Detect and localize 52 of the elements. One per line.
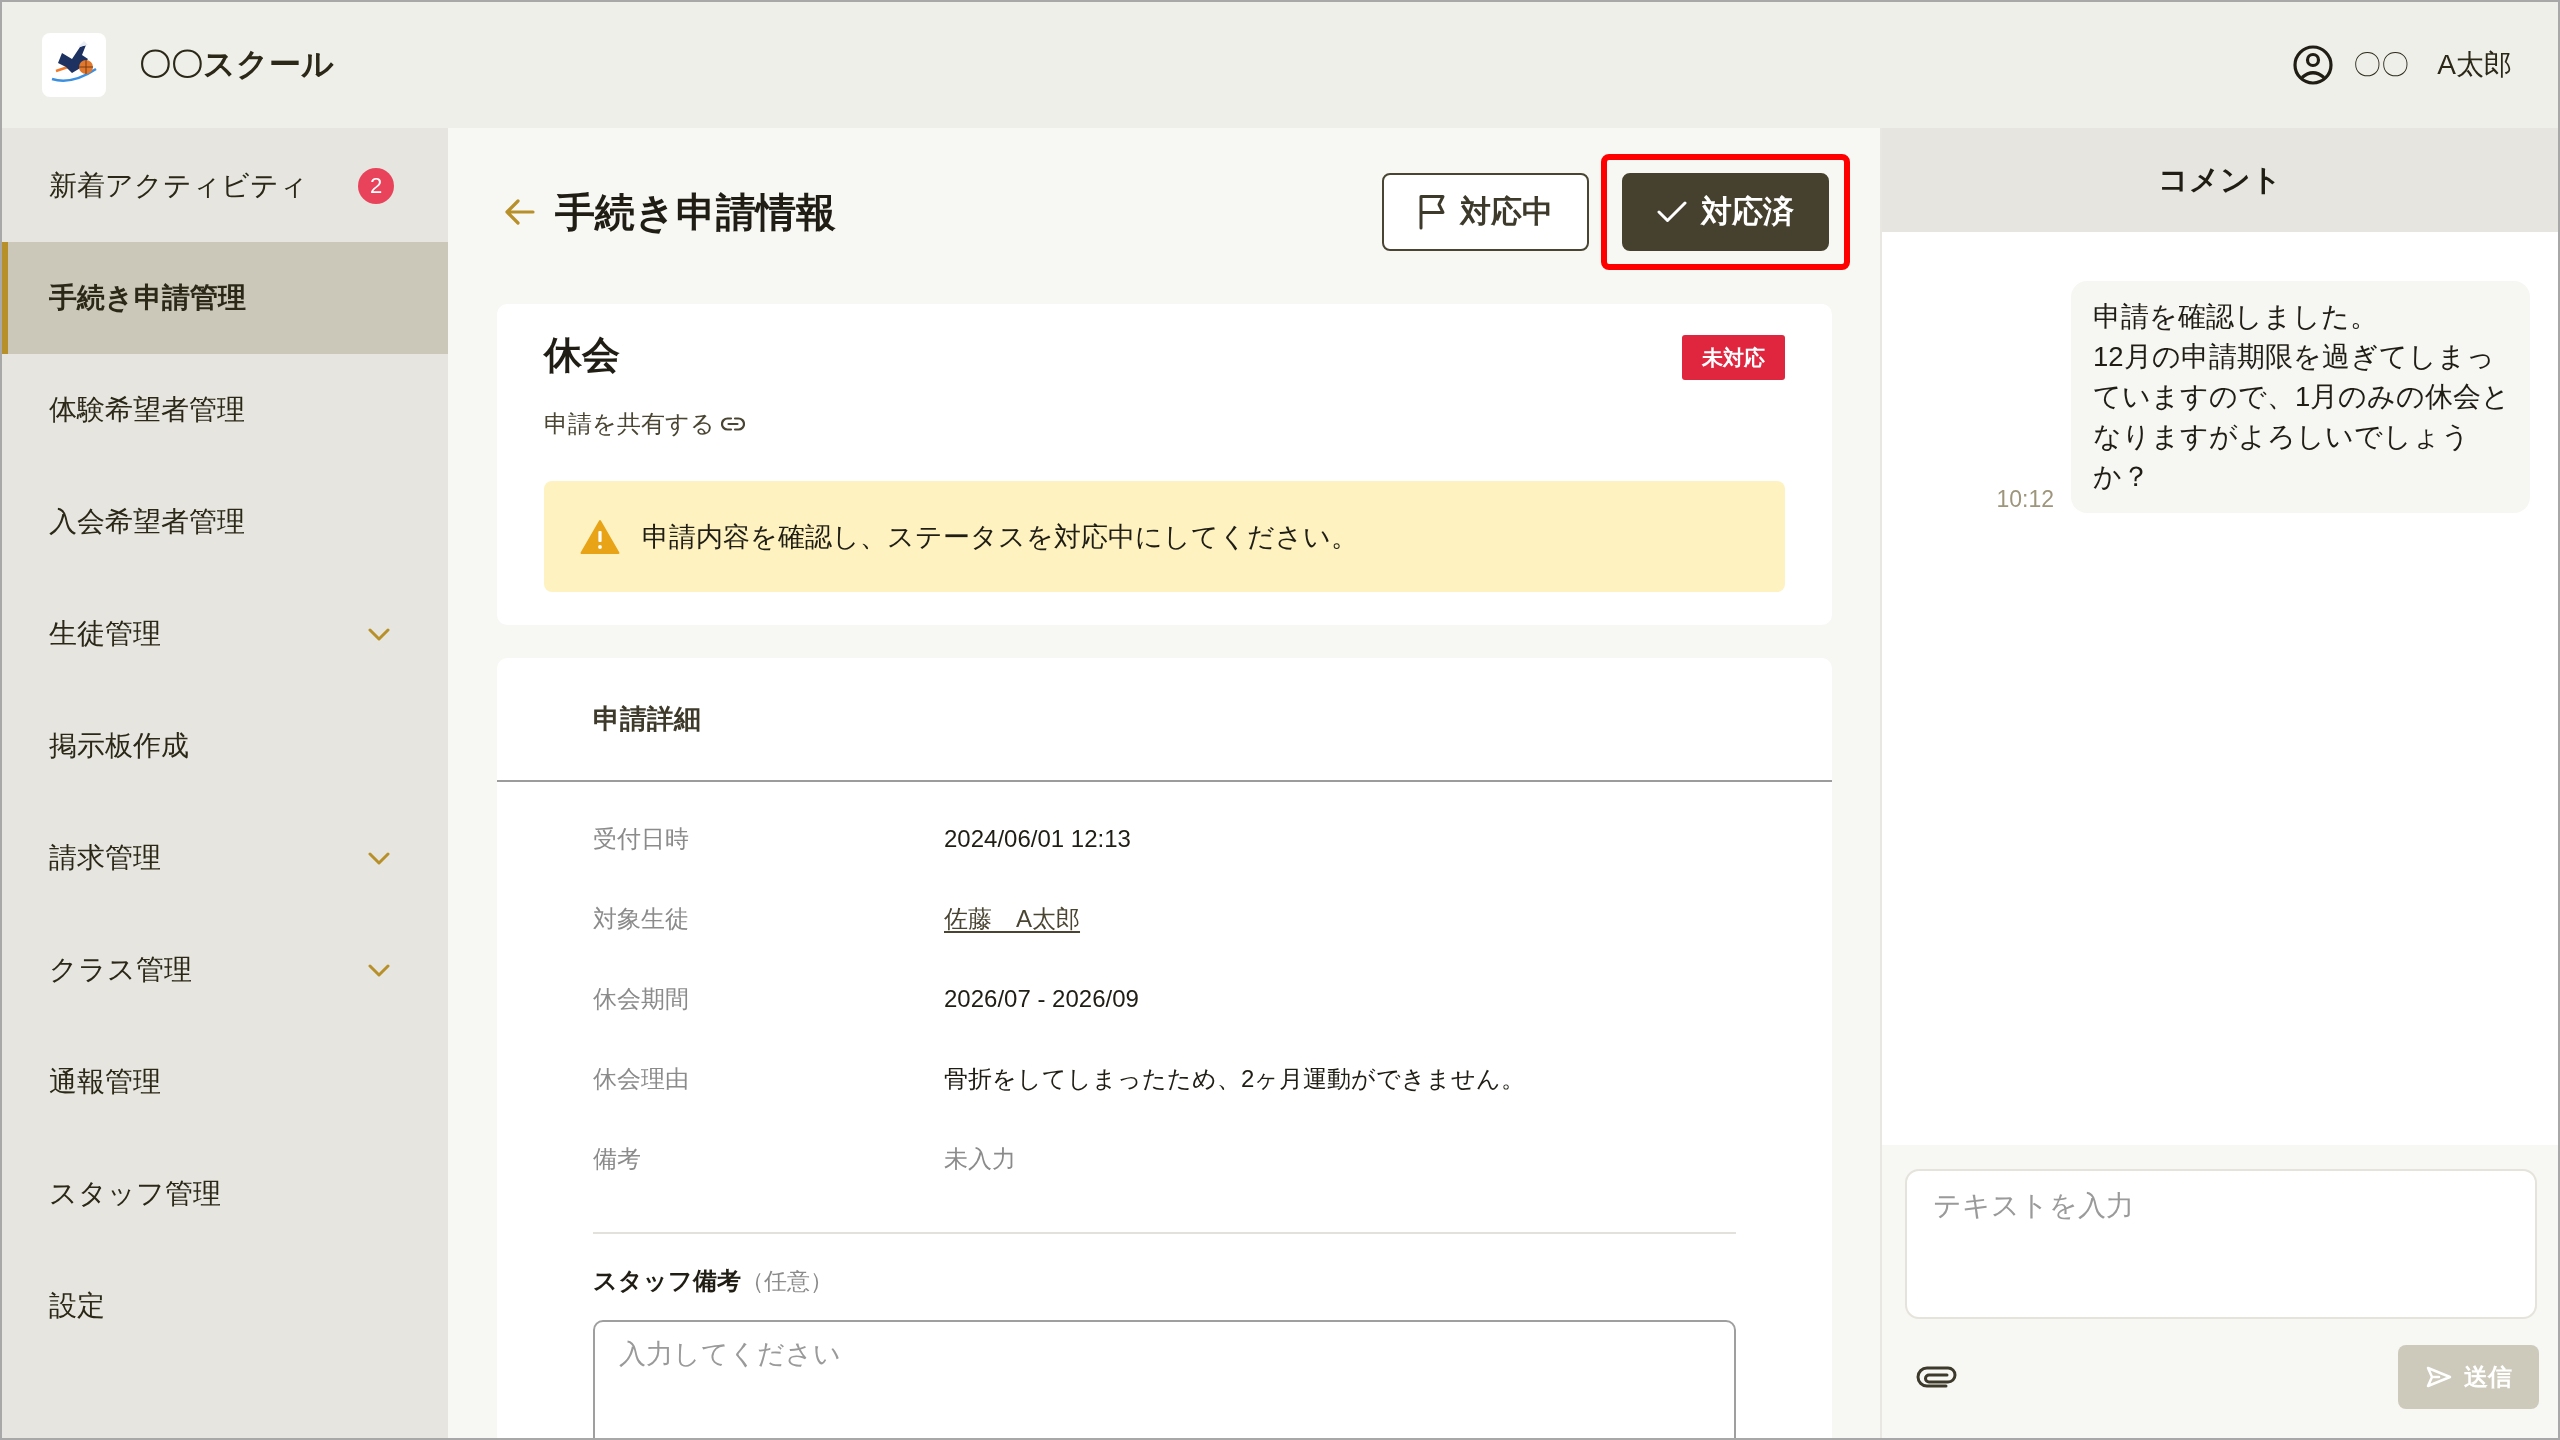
- chevron-down-icon[interactable]: [368, 963, 390, 977]
- sidebar-item[interactable]: 設定: [2, 1250, 448, 1362]
- detail-label: 受付日時: [593, 824, 689, 854]
- sidebar-item[interactable]: 掲示板作成: [2, 690, 448, 802]
- back-arrow-icon[interactable]: [505, 199, 535, 225]
- empty-value: 未入力: [944, 1144, 1016, 1174]
- comment-text: 申請を確認しました。 12月の申請期限を過ぎてしまっていますので、1月のみの休会となりますがよろしいでしょうか？: [2093, 300, 2512, 494]
- user-given-name: A太郎: [2437, 48, 2512, 82]
- user-circle-icon[interactable]: [2293, 45, 2334, 85]
- sidebar-item[interactable]: 新着アクティビティ 2: [2, 130, 448, 242]
- chevron-down-icon[interactable]: [368, 851, 390, 865]
- detail-value: 骨折をしてしまったため、2ヶ月運動ができません。: [944, 1064, 1526, 1094]
- staff-note-field[interactable]: 入力してください: [593, 1320, 1736, 1438]
- check-icon: [1657, 201, 1687, 223]
- sidebar-item[interactable]: スタッフ管理: [2, 1138, 448, 1250]
- school-name: 〇〇スクール: [139, 45, 334, 84]
- chevron-down-icon[interactable]: [368, 627, 390, 641]
- message-time: 10:12: [1996, 485, 2054, 513]
- student-link[interactable]: 佐藤 A太郎: [944, 903, 1080, 935]
- staff-note-label: スタッフ備考: [593, 1266, 741, 1296]
- share-link[interactable]: 申請を共有する: [544, 408, 745, 440]
- comment-input[interactable]: テキストを入力: [1905, 1169, 2537, 1319]
- alert-text: 申請内容を確認し、ステータスを対応中にしてください。: [642, 520, 1358, 554]
- detail-label: 対象生徒: [593, 904, 689, 934]
- flag-icon: [1418, 194, 1446, 230]
- link-icon: [721, 417, 745, 431]
- sidebar-item[interactable]: 通報管理: [2, 1026, 448, 1138]
- user-family-name: 〇〇: [2353, 48, 2410, 82]
- bird-logo-icon: [42, 33, 106, 97]
- sidebar-item[interactable]: クラス管理: [2, 914, 448, 1026]
- detail-label: 休会理由: [593, 1064, 689, 1094]
- detail-label: 休会期間: [593, 984, 689, 1014]
- sidebar-item[interactable]: 請求管理: [2, 802, 448, 914]
- section-heading: 申請詳細: [593, 703, 701, 736]
- sidebar-item[interactable]: 手続き申請管理: [2, 242, 448, 354]
- detail-value: 2026/07 - 2026/09: [944, 985, 1139, 1013]
- comment-title: コメント: [2158, 161, 2282, 198]
- notification-badge: 2: [358, 168, 394, 204]
- status-button[interactable]: 対応済: [1622, 173, 1829, 251]
- optional-hint: （任意）: [741, 1267, 833, 1296]
- warning-icon: [580, 518, 620, 555]
- detail-value: 2024/06/01 12:13: [944, 825, 1131, 853]
- sidebar-item[interactable]: 入会希望者管理: [2, 466, 448, 578]
- detail-label: 備考: [593, 1144, 641, 1174]
- sidebar-item[interactable]: 体験希望者管理: [2, 354, 448, 466]
- status-badge: 未対応: [1682, 335, 1785, 380]
- sidebar-item[interactable]: 生徒管理: [2, 578, 448, 690]
- application-title: 休会: [544, 333, 620, 378]
- send-icon: [2425, 1366, 2452, 1388]
- paperclip-icon[interactable]: [1916, 1365, 1957, 1389]
- page-title: 手続き申請情報: [555, 188, 836, 236]
- status-button[interactable]: 対応中: [1382, 173, 1589, 251]
